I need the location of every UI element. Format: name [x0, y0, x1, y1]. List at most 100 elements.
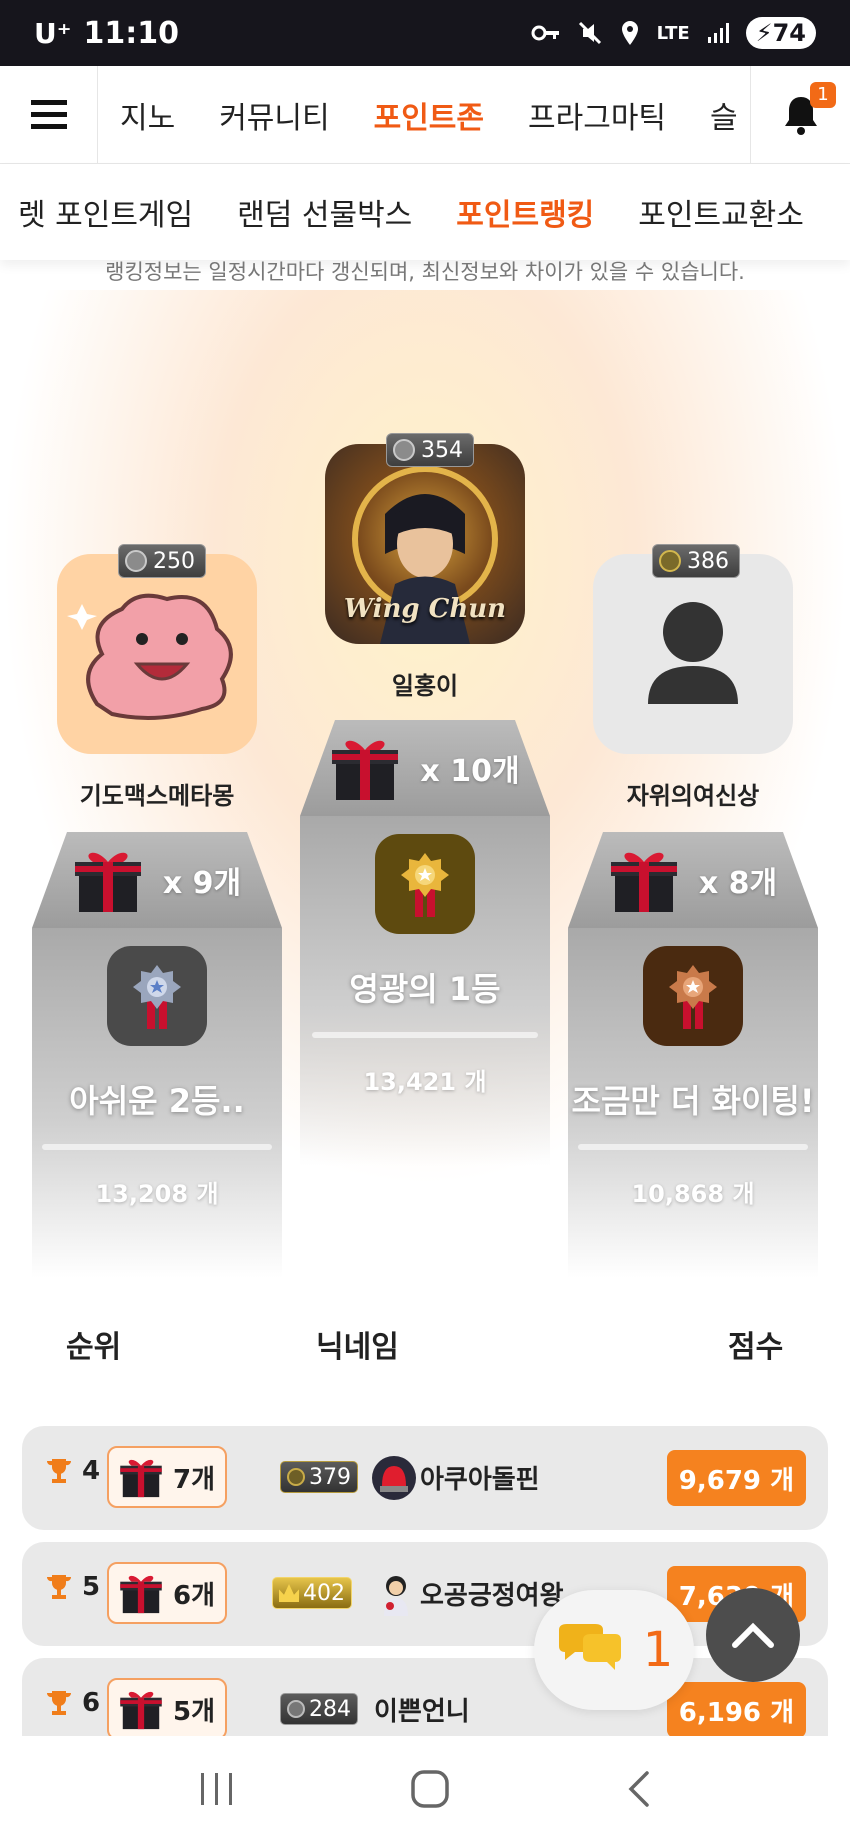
second-podium: 아쉬운 2등.. 13,208 개: [32, 928, 282, 1278]
gold-medal-icon: [401, 853, 449, 917]
level-gem-icon: [393, 439, 415, 461]
notification-button[interactable]: 1: [750, 65, 850, 164]
level: 379: [309, 1464, 351, 1490]
notification-badge: 1: [810, 81, 836, 108]
third-avatar[interactable]: [593, 554, 793, 754]
clock: 11:10: [83, 15, 180, 51]
third-nickname: 자위의여신상: [626, 782, 760, 810]
tab-point-exchange[interactable]: 포인트교환소: [616, 190, 826, 234]
rank-number: 4: [82, 1456, 101, 1486]
ditto-avatar-image: [67, 593, 233, 720]
third-gift-count: x 8개: [698, 866, 778, 901]
chat-button[interactable]: 1: [534, 1590, 694, 1710]
first-podium: 영광의 1등 13,421 개: [300, 816, 550, 1166]
tab-roulette-game[interactable]: 렛 포인트게임: [0, 190, 215, 234]
trophy-icon: [46, 1459, 72, 1483]
header-nickname: 닉네임: [316, 1330, 399, 1365]
tab-community[interactable]: 커뮤니티: [197, 93, 351, 137]
first-avatar[interactable]: Wing Chun: [325, 444, 525, 644]
recent-apps-icon[interactable]: [197, 1771, 237, 1807]
gift-icon: [332, 740, 399, 800]
scroll-top-button[interactable]: [706, 1588, 800, 1682]
rank-number: 5: [82, 1572, 101, 1602]
home-icon[interactable]: [410, 1769, 450, 1809]
sub-nav: 렛 포인트게임 랜덤 선물박스 포인트랭킹 포인트교환소: [0, 164, 850, 260]
third-gift-step: x 8개: [568, 832, 818, 928]
row-gift-count: 7개: [107, 1446, 227, 1508]
gift-icon: [120, 1575, 162, 1614]
third-rank-title: 조금만 더 화이팅!: [571, 1082, 815, 1120]
battery-indicator: ⚡74: [745, 17, 816, 49]
row-nickname: 이쁜언니: [374, 1697, 470, 1727]
chat-bubbles-icon: [558, 1624, 621, 1670]
tab-slot[interactable]: 슬: [688, 93, 750, 137]
ranking-table-header: 순위 닉네임 점수: [0, 1322, 850, 1372]
avatar-caption: Wing Chun: [343, 594, 507, 624]
gift-icon: [610, 852, 677, 912]
tab-pragmatic[interactable]: 프라그마틱: [506, 93, 688, 137]
carrier-label: U⁺: [34, 16, 72, 50]
ranking-notice: 랭킹정보는 일정시간마다 갱신되며, 최신정보와 차이가 있을 수 있습니다.: [105, 260, 745, 284]
first-gift-count: x 10개: [420, 754, 520, 789]
second-gift-count: x 9개: [162, 866, 242, 901]
silver-medal-icon: [133, 965, 181, 1029]
table-row[interactable]: 4 7개 379 아쿠아돌핀 9,679 개: [22, 1426, 828, 1530]
level: 402: [303, 1580, 345, 1606]
tab-zino[interactable]: 지노: [98, 93, 197, 137]
second-gift-step: x 9개: [32, 832, 282, 928]
mute-icon: [578, 21, 601, 45]
second-score: 13,208 개: [95, 1180, 219, 1208]
row-score: 6,196 개: [666, 1682, 806, 1736]
second-rank-title: 아쉬운 2등..: [69, 1082, 245, 1120]
siren-avatar-icon: [372, 1456, 416, 1500]
third-level-chip: 386: [652, 544, 740, 578]
tab-point-ranking[interactable]: 포인트랭킹: [434, 190, 616, 234]
trophy-icon: [46, 1691, 72, 1715]
back-icon[interactable]: [623, 1769, 653, 1809]
gift-icon: [120, 1691, 162, 1730]
second-avatar[interactable]: [57, 554, 257, 754]
network-label: LTE: [656, 22, 690, 44]
rank-number: 6: [82, 1688, 101, 1718]
gift-count: 5개: [172, 1696, 215, 1727]
third-score: 10,868 개: [631, 1180, 755, 1208]
signal-icon: [707, 23, 729, 43]
first-nickname: 일홍이: [391, 672, 459, 700]
gift-icon: [120, 1459, 162, 1498]
row-level-chip: 284: [280, 1693, 358, 1725]
menu-button[interactable]: [0, 65, 98, 164]
first-level-chip: 354: [386, 433, 474, 467]
tab-pointzone[interactable]: 포인트존: [352, 93, 506, 137]
bronze-medal-icon: [669, 965, 717, 1029]
main-tabs: 지노 커뮤니티 포인트존 프라그마틱 슬: [98, 93, 750, 137]
location-icon: [621, 21, 638, 45]
hamburger-icon: [30, 99, 67, 129]
second-divider: [42, 1144, 272, 1150]
first-score: 13,421 개: [363, 1068, 487, 1096]
second-medal: [107, 946, 207, 1046]
key-icon: [531, 25, 559, 41]
row-score: 9,679 개: [666, 1450, 806, 1506]
row-rank: 4: [44, 1456, 100, 1486]
first-rank-title: 영광의 1등: [349, 970, 501, 1008]
row-gift-count: 5개: [107, 1678, 227, 1736]
app-screen: { "status": { "carrier": "U⁺", "time": "…: [0, 0, 850, 1842]
third-divider: [578, 1144, 808, 1150]
system-nav-bar: [0, 1736, 850, 1842]
tab-random-giftbox[interactable]: 랜덤 선물박스: [215, 190, 434, 234]
first-medal: [375, 834, 475, 934]
level-gem-icon: [659, 550, 681, 572]
trophy-icon: [46, 1575, 72, 1599]
status-icons: LTE ⚡74: [531, 17, 816, 49]
default-user-icon: [648, 602, 738, 704]
level-gem-icon: [125, 550, 147, 572]
table-row[interactable]: 6 5개 284 이쁜언니 6,196 개: [22, 1658, 828, 1736]
row-rank: 6: [44, 1688, 100, 1718]
third-level: 386: [687, 548, 729, 574]
third-medal: [643, 946, 743, 1046]
battery-level: 74: [772, 19, 806, 47]
row-rank: 5: [44, 1572, 100, 1602]
main-nav: 지노 커뮤니티 포인트존 프라그마틱 슬 1: [0, 65, 850, 164]
row-level-chip: 402: [272, 1577, 352, 1609]
level-gem-icon: [287, 1700, 305, 1718]
